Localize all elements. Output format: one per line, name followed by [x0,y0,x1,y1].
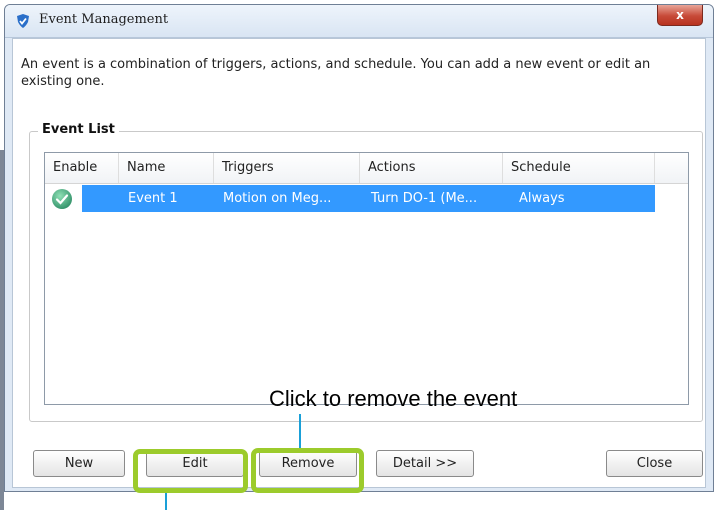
column-header-name[interactable]: Name [119,153,214,183]
remove-annotation-text: Click to remove the event [269,386,518,411]
screenshot-frame: Event Management x An event is a combina… [0,0,718,510]
remove-button-highlight [251,448,364,493]
column-header-enable[interactable]: Enable [45,153,119,183]
event-actions-cell: Turn DO-1 (Me... [371,191,478,206]
list-header: Enable Name Triggers Actions Schedule [45,153,688,184]
window-title: Event Management [39,12,169,27]
check-circle-icon[interactable] [51,188,73,210]
event-schedule-cell: Always [519,191,565,206]
shield-check-icon [17,14,29,28]
close-icon: x [676,8,684,22]
close-window-button[interactable]: x [657,5,703,26]
title-bar[interactable]: Event Management x [5,5,713,38]
event-triggers-cell: Motion on Meg... [223,191,332,206]
close-button[interactable]: Close [606,450,703,477]
event-list-label: Event List [38,122,119,137]
table-row[interactable]: Event 1 Motion on Meg... Turn DO-1 (Me..… [45,185,655,212]
column-header-schedule[interactable]: Schedule [503,153,655,183]
column-header-actions[interactable]: Actions [360,153,503,183]
new-button[interactable]: New [33,450,125,477]
description-text: An event is a combination of triggers, a… [21,57,651,89]
event-list-view[interactable]: Enable Name Triggers Actions Schedule Ev… [44,152,689,405]
detail-button[interactable]: Detail >> [376,450,474,477]
edit-button-highlight [133,449,248,493]
column-header-triggers[interactable]: Triggers [214,153,360,183]
event-name-cell: Event 1 [128,191,178,206]
edit-annotation-leader [165,490,167,510]
